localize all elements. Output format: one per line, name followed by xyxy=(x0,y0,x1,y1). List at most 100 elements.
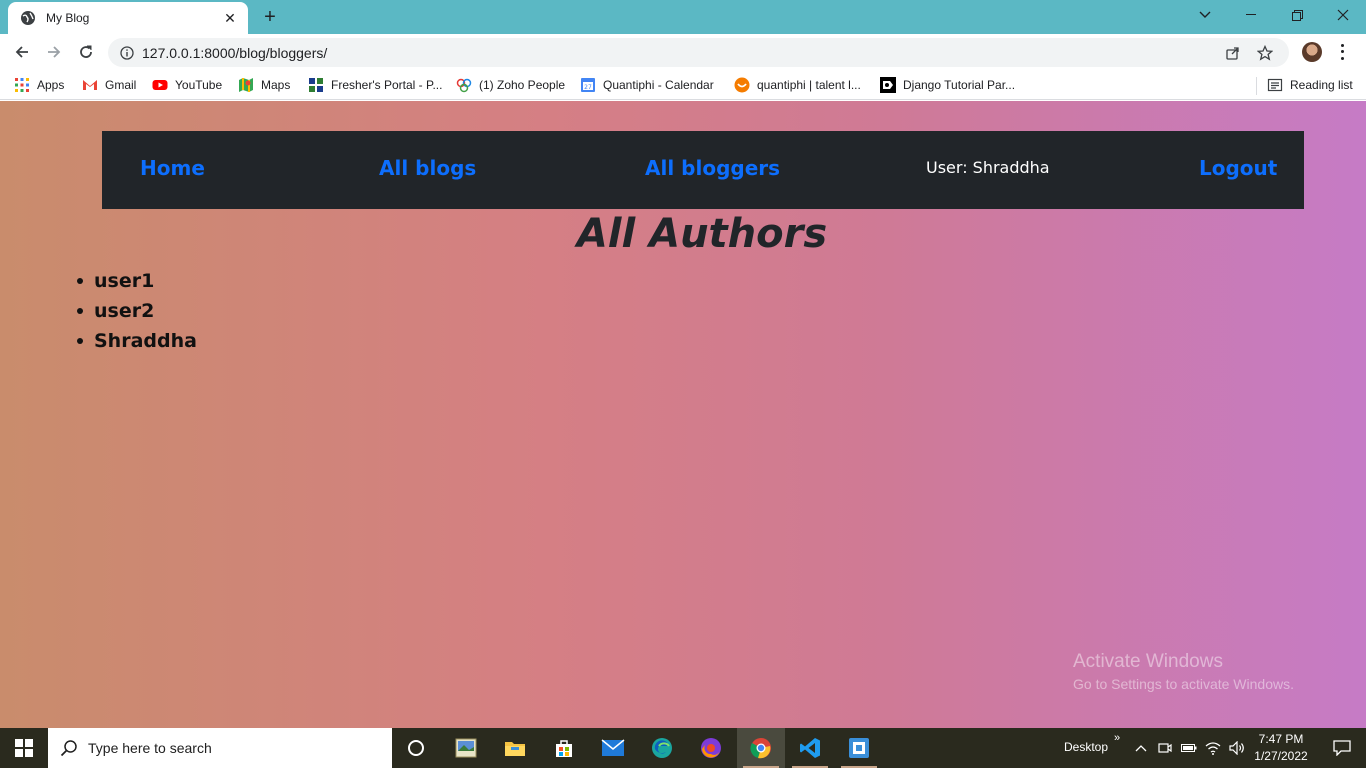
taskbar-chrome[interactable] xyxy=(737,728,785,768)
bookmark-calendar[interactable]: 27 Quantiphi - Calendar xyxy=(580,76,714,94)
author-item[interactable]: user1 xyxy=(77,268,197,298)
toolbar-expand-icon[interactable]: » xyxy=(1114,732,1120,744)
tray-meet-now[interactable] xyxy=(1156,728,1174,768)
author-item[interactable]: user2 xyxy=(77,298,197,328)
watermark-title: Activate Windows xyxy=(1073,651,1223,672)
reading-list-button[interactable]: Reading list xyxy=(1267,76,1353,94)
bookmark-label: Maps xyxy=(261,78,291,92)
clock-time: 7:47 PM xyxy=(1258,732,1304,746)
bookmark-maps[interactable]: Maps xyxy=(238,76,290,94)
chrome-menu-icon[interactable] xyxy=(1336,42,1348,62)
clock-date: 1/27/2022 xyxy=(1254,749,1308,763)
bookmark-talent[interactable]: quantiphi | talent l... xyxy=(734,76,861,94)
share-icon[interactable] xyxy=(1225,45,1241,61)
close-window-button[interactable] xyxy=(1320,0,1366,30)
taskbar-store[interactable] xyxy=(540,728,588,768)
task-view-button[interactable] xyxy=(392,728,440,768)
chevron-up-icon xyxy=(1135,745,1147,752)
firefox-icon xyxy=(701,738,721,758)
profile-avatar[interactable] xyxy=(1302,42,1322,62)
browser-tab[interactable]: My Blog ✕ xyxy=(8,2,248,34)
battery-icon xyxy=(1181,744,1197,752)
search-icon xyxy=(60,740,77,757)
mail-icon xyxy=(601,739,625,756)
tray-volume[interactable] xyxy=(1228,728,1246,768)
taskbar-photos[interactable] xyxy=(442,728,490,768)
bookmark-apps[interactable]: Apps xyxy=(14,76,64,94)
url-text[interactable]: 127.0.0.1:8000/blog/bloggers/ xyxy=(142,45,1225,61)
nav-home-link[interactable]: Home xyxy=(140,156,205,180)
nav-current-user: User: Shraddha xyxy=(926,158,1050,177)
windows-taskbar: Type here to search Desktop » 7:47 PM 1/… xyxy=(0,728,1366,768)
reading-list-icon xyxy=(1267,78,1283,92)
bookmark-star-icon[interactable] xyxy=(1257,44,1273,61)
store-icon xyxy=(556,740,572,757)
browser-toolbar: 127.0.0.1:8000/blog/bloggers/ xyxy=(0,34,1366,70)
bookmark-youtube[interactable]: YouTube xyxy=(152,76,222,94)
back-button[interactable] xyxy=(10,40,34,64)
forward-button[interactable] xyxy=(42,40,66,64)
youtube-icon xyxy=(152,80,168,90)
show-hidden-icons[interactable] xyxy=(1132,728,1150,768)
vscode-icon xyxy=(800,738,820,758)
fresher-portal-icon xyxy=(309,78,323,92)
taskbar-vscode[interactable] xyxy=(786,728,834,768)
apps-grid-icon xyxy=(15,78,29,92)
site-info-icon[interactable] xyxy=(120,45,134,60)
folder-icon xyxy=(505,742,525,756)
bookmark-label: Django Tutorial Par... xyxy=(903,78,1016,92)
notification-icon xyxy=(1333,740,1351,756)
taskbar-edge[interactable] xyxy=(638,728,686,768)
chrome-icon xyxy=(750,738,771,759)
bookmark-label: YouTube xyxy=(175,78,223,92)
meet-now-icon xyxy=(1158,743,1172,753)
gmail-icon xyxy=(83,80,97,90)
taskbar-terminal-app[interactable] xyxy=(835,728,883,768)
restore-button[interactable] xyxy=(1274,0,1320,30)
reading-list-label: Reading list xyxy=(1290,78,1353,92)
taskbar-search-box[interactable]: Type here to search xyxy=(48,728,392,768)
bookmark-label: Quantiphi - Calendar xyxy=(603,78,714,92)
zoho-people-icon xyxy=(456,78,472,93)
activate-windows-watermark: Activate Windows Go to Settings to activ… xyxy=(1073,651,1294,692)
wifi-icon xyxy=(1205,742,1221,755)
bookmark-django-tutorial[interactable]: Django Tutorial Par... xyxy=(880,76,1015,94)
bookmark-zoho-people[interactable]: (1) Zoho People xyxy=(456,76,565,94)
bookmark-label: quantiphi | talent l... xyxy=(757,78,861,92)
bookmark-freshers-portal[interactable]: Fresher's Portal - P... xyxy=(308,76,442,94)
taskbar-mail[interactable] xyxy=(589,728,637,768)
watermark-subtitle: Go to Settings to activate Windows. xyxy=(1073,676,1294,692)
reload-button[interactable] xyxy=(74,40,98,64)
bookmarks-bar: Apps Gmail YouTube Maps Fresher's Portal… xyxy=(0,70,1366,100)
close-tab-icon[interactable]: ✕ xyxy=(222,10,238,27)
taskbar-file-explorer[interactable] xyxy=(491,728,539,768)
site-navbar: Home All blogs All bloggers User: Shradd… xyxy=(102,131,1304,209)
bookmark-label: Gmail xyxy=(105,78,137,92)
taskbar-firefox[interactable] xyxy=(687,728,735,768)
nav-all-bloggers-link[interactable]: All bloggers xyxy=(645,156,780,180)
author-item[interactable]: Shraddha xyxy=(77,328,197,358)
cortana-circle-icon xyxy=(408,740,424,756)
bookmark-label: Fresher's Portal - P... xyxy=(331,78,443,92)
bookmark-label: (1) Zoho People xyxy=(479,78,566,92)
address-bar[interactable]: 127.0.0.1:8000/blog/bloggers/ xyxy=(108,38,1289,67)
nav-logout-link[interactable]: Logout xyxy=(1199,156,1277,180)
new-tab-button[interactable]: + xyxy=(258,6,282,28)
tray-battery[interactable] xyxy=(1180,728,1198,768)
system-clock[interactable]: 7:47 PM 1/27/2022 xyxy=(1250,731,1312,765)
tab-title: My Blog xyxy=(46,11,90,25)
start-button[interactable] xyxy=(0,728,48,768)
nav-all-blogs-link[interactable]: All blogs xyxy=(379,156,476,180)
desktop-toolbar-label[interactable]: Desktop xyxy=(1064,740,1108,754)
windows-logo-icon xyxy=(15,739,33,757)
maps-icon xyxy=(239,78,253,92)
bookmark-label: Apps xyxy=(37,78,65,92)
talent-icon xyxy=(734,77,750,93)
bookmark-gmail[interactable]: Gmail xyxy=(82,76,136,94)
action-center-button[interactable] xyxy=(1318,728,1366,768)
minimize-button[interactable] xyxy=(1228,0,1274,30)
authors-list: user1 user2 Shraddha xyxy=(77,268,197,358)
tray-wifi[interactable] xyxy=(1204,728,1222,768)
tab-search-icon[interactable] xyxy=(1182,0,1228,30)
calendar-icon: 27 xyxy=(581,78,595,92)
